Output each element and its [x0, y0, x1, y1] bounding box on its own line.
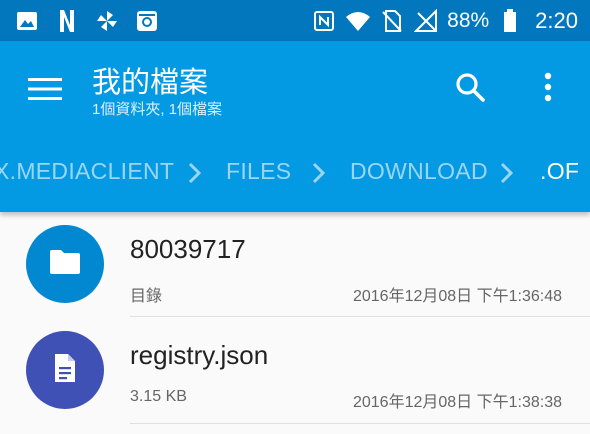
- file-name: registry.json: [130, 340, 269, 370]
- more-vert-icon: [543, 72, 553, 107]
- instagram-icon: [134, 8, 160, 34]
- divider: [130, 316, 590, 317]
- folder-icon: [49, 249, 81, 280]
- search-icon: [454, 71, 486, 108]
- file-date: 2016年12月08日 下午1:36:48: [352, 288, 562, 305]
- battery-percent: 88%: [447, 8, 490, 32]
- breadcrumb-item-mediaclient[interactable]: X.MEDIACLIENT: [0, 158, 174, 185]
- file-size: 3.15 KB: [130, 388, 187, 405]
- file-date: 2016年12月08日 下午1:38:38: [352, 394, 562, 411]
- document-avatar: [26, 331, 104, 409]
- file-name: 80039717: [130, 234, 246, 264]
- status-bar-system: 88% 2:20: [311, 0, 578, 41]
- document-icon: [53, 353, 77, 388]
- image-icon: [14, 8, 40, 34]
- search-button[interactable]: [448, 67, 492, 111]
- breadcrumb-item-current[interactable]: .OF: [540, 158, 579, 185]
- nfc-icon: [311, 8, 337, 34]
- chevron-right-icon: [187, 162, 203, 184]
- file-type: 目錄: [130, 288, 163, 305]
- more-options-button[interactable]: [528, 67, 568, 111]
- netflix-icon: [54, 8, 80, 34]
- pinwheel-icon: [94, 8, 120, 34]
- list-item-file[interactable]: registry.json 3.15 KB 2016年12月08日 下午1:38…: [0, 318, 590, 424]
- clock: 2:20: [535, 7, 578, 33]
- breadcrumb-item-download[interactable]: DOWNLOAD: [350, 158, 488, 185]
- list-item-folder[interactable]: 80039717 目錄 2016年12月08日 下午1:36:48: [0, 212, 590, 317]
- page-subtitle: 1個資料夾, 1個檔案: [92, 101, 223, 118]
- page-title: 我的檔案: [92, 67, 209, 99]
- no-sim-icon: [379, 8, 405, 34]
- battery-icon: [497, 8, 523, 34]
- app-bar: 我的檔案 1個資料夾, 1個檔案 X.MEDIACLIENT FILES DOW…: [0, 41, 590, 212]
- breadcrumb-item-files[interactable]: FILES: [226, 158, 291, 185]
- menu-button[interactable]: [20, 71, 70, 111]
- chevron-right-icon: [499, 162, 515, 184]
- status-bar: 88% 2:20: [0, 0, 590, 41]
- folder-avatar: [26, 225, 104, 303]
- wifi-icon: [345, 8, 371, 34]
- chevron-right-icon: [311, 162, 327, 184]
- breadcrumb: X.MEDIACLIENT FILES DOWNLOAD .OF: [0, 150, 590, 195]
- no-signal-icon: [413, 8, 439, 34]
- status-bar-notifications: [14, 0, 160, 41]
- file-list: 80039717 目錄 2016年12月08日 下午1:36:48 regist…: [0, 212, 590, 434]
- menu-icon: [28, 77, 62, 106]
- divider: [130, 423, 590, 424]
